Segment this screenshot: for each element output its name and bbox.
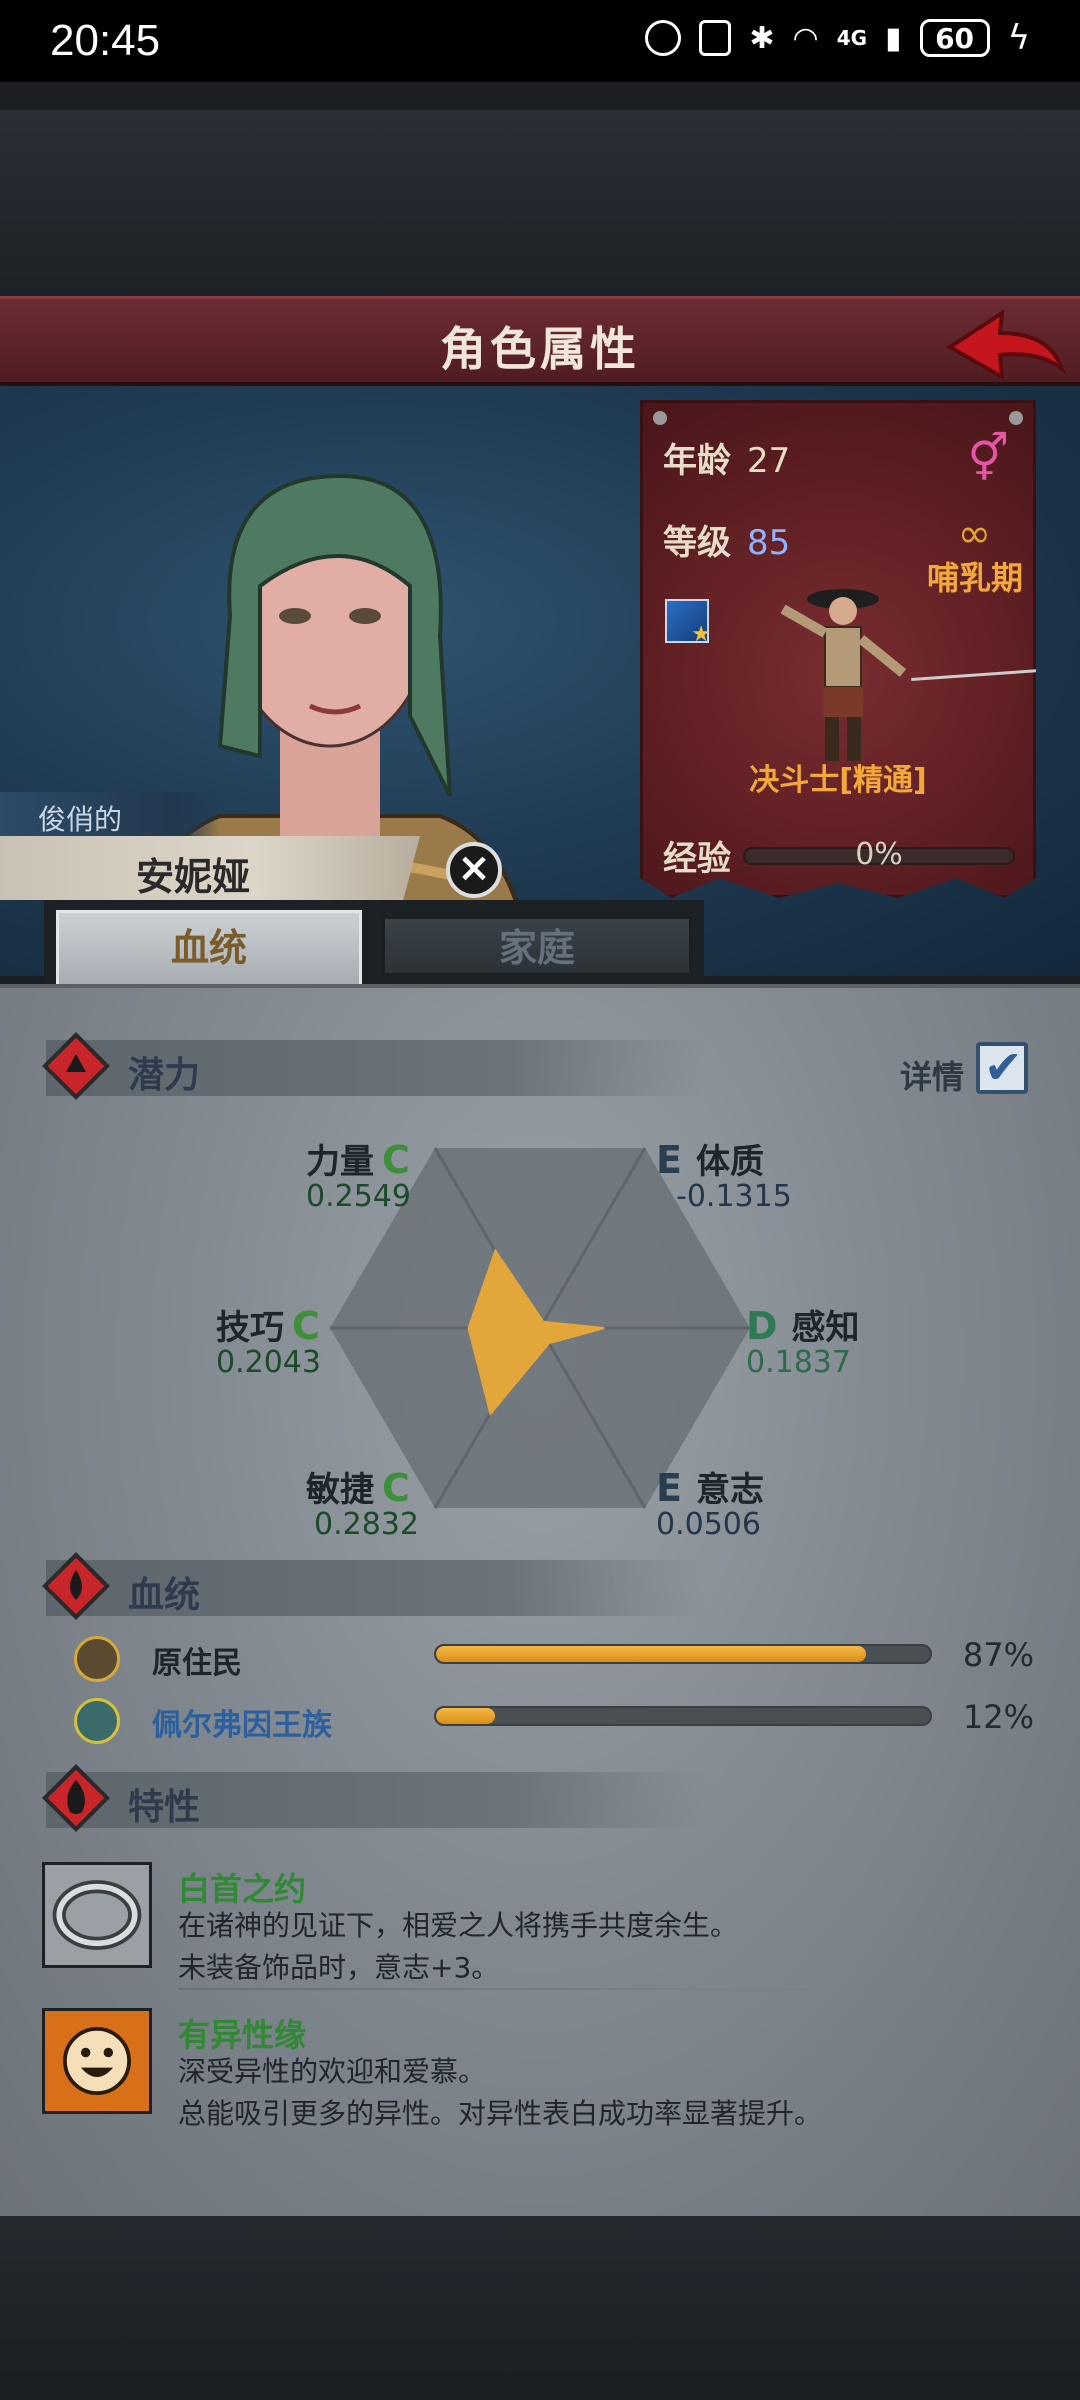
class-figure <box>780 589 907 761</box>
trait-icon <box>42 1764 110 1832</box>
trait-desc: 深受异性的欢迎和爱慕。 <box>178 2055 487 2088</box>
title-bar: 角色属性 <box>0 296 1080 386</box>
stat-grade: E <box>656 1466 682 1510</box>
nickname-tag: 俊俏的 <box>0 792 220 836</box>
smiley-icon <box>42 2008 152 2114</box>
bloodline-title: 血统 <box>128 1575 201 1616</box>
bottom-backdrop <box>0 2216 1080 2400</box>
stat-name: 感知 <box>791 1308 860 1348</box>
network-label: 4G <box>836 26 868 50</box>
exp-percent: 0% <box>855 837 903 872</box>
stat-strength: 力量 C 0.2549 <box>306 1134 411 1214</box>
bloodline-fill <box>436 1708 496 1724</box>
level-label: 等级 <box>663 523 731 563</box>
stat-value: 0.0506 <box>656 1507 761 1542</box>
bloodline-name: 佩尔弗因王族 <box>152 1708 332 1743</box>
stat-agility: 敏捷 C 0.2832 <box>306 1462 419 1542</box>
status-bar: 20:45 ✱ ◠ 4G ▮ 60 ϟ <box>0 0 1080 82</box>
trait-desc: 未装备饰品时，意志+3。 <box>178 1951 500 1984</box>
female-icon: ⚥ <box>967 431 1009 485</box>
traits-header: 特性 <box>42 1764 706 1832</box>
class-name: 决斗士[精通] <box>749 763 927 798</box>
stat-grade: E <box>656 1138 682 1182</box>
info-banner: 年龄27 ⚥ 等级85 ∞ 哺乳期 决斗士[精通] 经验 0% <box>640 400 1036 898</box>
back-arrow-icon[interactable] <box>940 303 1070 385</box>
tab-bar: 血统 家庭 <box>44 900 704 984</box>
stat-name: 力量 <box>306 1142 374 1182</box>
nail-decoration <box>653 411 667 425</box>
age-row: 年龄 27 <box>663 433 790 482</box>
bloodline-fill <box>436 1646 866 1662</box>
rings-icon: ∞ <box>957 511 991 557</box>
bloodline-bar <box>434 1706 932 1726</box>
bloodline-row[interactable]: 原住民 87% <box>74 1636 1034 1682</box>
stat-name: 技巧 <box>216 1308 284 1348</box>
battery-level: 60 <box>935 21 975 55</box>
stat-grade: C <box>382 1466 410 1510</box>
battery-icon: 60 <box>919 19 990 57</box>
stat-value: 0.2549 <box>306 1179 411 1214</box>
detail-label: 详情 <box>899 1058 964 1096</box>
level-value: 85 <box>747 523 791 563</box>
nail-decoration <box>1009 411 1023 425</box>
exp-bar: 0% <box>743 837 1015 872</box>
potential-title: 潜力 <box>128 1055 201 1096</box>
bloodline-percent: 87% <box>962 1636 1034 1674</box>
stat-value: 0.2043 <box>216 1345 321 1380</box>
detail-checkbox[interactable] <box>976 1040 1028 1094</box>
level-row: 等级 85 <box>663 515 790 564</box>
tab-bloodline[interactable]: 血统 <box>56 910 362 984</box>
stat-willpower: E 意志 0.0506 <box>656 1462 764 1542</box>
traits-title: 特性 <box>128 1787 201 1828</box>
bluetooth-icon: ✱ <box>749 20 775 56</box>
nfc-icon <box>699 20 732 56</box>
native-icon <box>74 1636 120 1682</box>
ring-icon <box>42 1862 152 1968</box>
age-value: 27 <box>747 441 791 481</box>
tab-family[interactable]: 家庭 <box>382 916 692 976</box>
stat-grade: C <box>292 1304 320 1348</box>
bloodline-name: 原住民 <box>152 1646 242 1681</box>
stat-skill: 技巧 C 0.2043 <box>216 1300 321 1380</box>
trait-desc: 在诸神的见证下，相爱之人将携手共度余生。 <box>178 1909 739 1942</box>
character-name: 安妮娅 <box>136 855 251 899</box>
age-label: 年龄 <box>663 441 731 481</box>
stat-constitution: E 体质 -0.1315 <box>656 1134 792 1214</box>
status-icons: ✱ ◠ 4G ▮ 60 ϟ <box>645 18 1030 58</box>
stat-grade: D <box>746 1304 778 1348</box>
stat-perception: D 感知 0.1837 <box>746 1300 860 1380</box>
charging-icon: ϟ <box>1007 18 1030 58</box>
character-panel: 俊俏的 安妮娅 × 年龄27 ⚥ 等级85 ∞ 哺乳期 决斗士[精通] <box>0 386 1080 976</box>
stat-value: -0.1315 <box>676 1179 792 1214</box>
bloodline-row[interactable]: 佩尔弗因王族 12% <box>74 1698 1034 1744</box>
nickname-label: 俊俏的 <box>38 803 123 836</box>
bloodline-percent: 12% <box>962 1698 1034 1736</box>
stat-name: 敏捷 <box>306 1470 374 1510</box>
bloodline-bar <box>434 1644 932 1664</box>
close-icon[interactable]: × <box>446 842 502 898</box>
bloodline-icon <box>42 1552 110 1620</box>
name-plate: 安妮娅 <box>0 836 420 900</box>
bloodline-header: 血统 <box>42 1552 706 1620</box>
status-time: 20:45 <box>50 16 161 65</box>
wifi-icon: ◠ <box>792 20 819 56</box>
top-backdrop <box>0 110 1080 296</box>
stat-value: 0.1837 <box>746 1345 851 1380</box>
stat-value: 0.2832 <box>314 1507 419 1542</box>
potential-header: 潜力 <box>42 1032 706 1100</box>
potential-icon <box>42 1032 110 1100</box>
attributes-panel: 潜力 详情 力量C 0.2549 E体质 -0.1315 技巧C 0.2043 … <box>0 984 1080 2216</box>
stat-name: 体质 <box>695 1142 764 1182</box>
exp-label: 经验 <box>663 839 731 879</box>
stat-name: 意志 <box>695 1470 764 1510</box>
signal-icon: ▮ <box>885 20 902 56</box>
divider <box>178 1988 878 1990</box>
stat-grade: C <box>382 1138 410 1182</box>
page-title: 角色属性 <box>440 322 640 376</box>
class-skill-icon[interactable] <box>665 599 711 647</box>
royal-icon <box>74 1698 120 1744</box>
data-saver-icon <box>645 20 682 56</box>
trait-desc: 总能吸引更多的异性。对异性表白成功率显著提升。 <box>178 2097 823 2130</box>
